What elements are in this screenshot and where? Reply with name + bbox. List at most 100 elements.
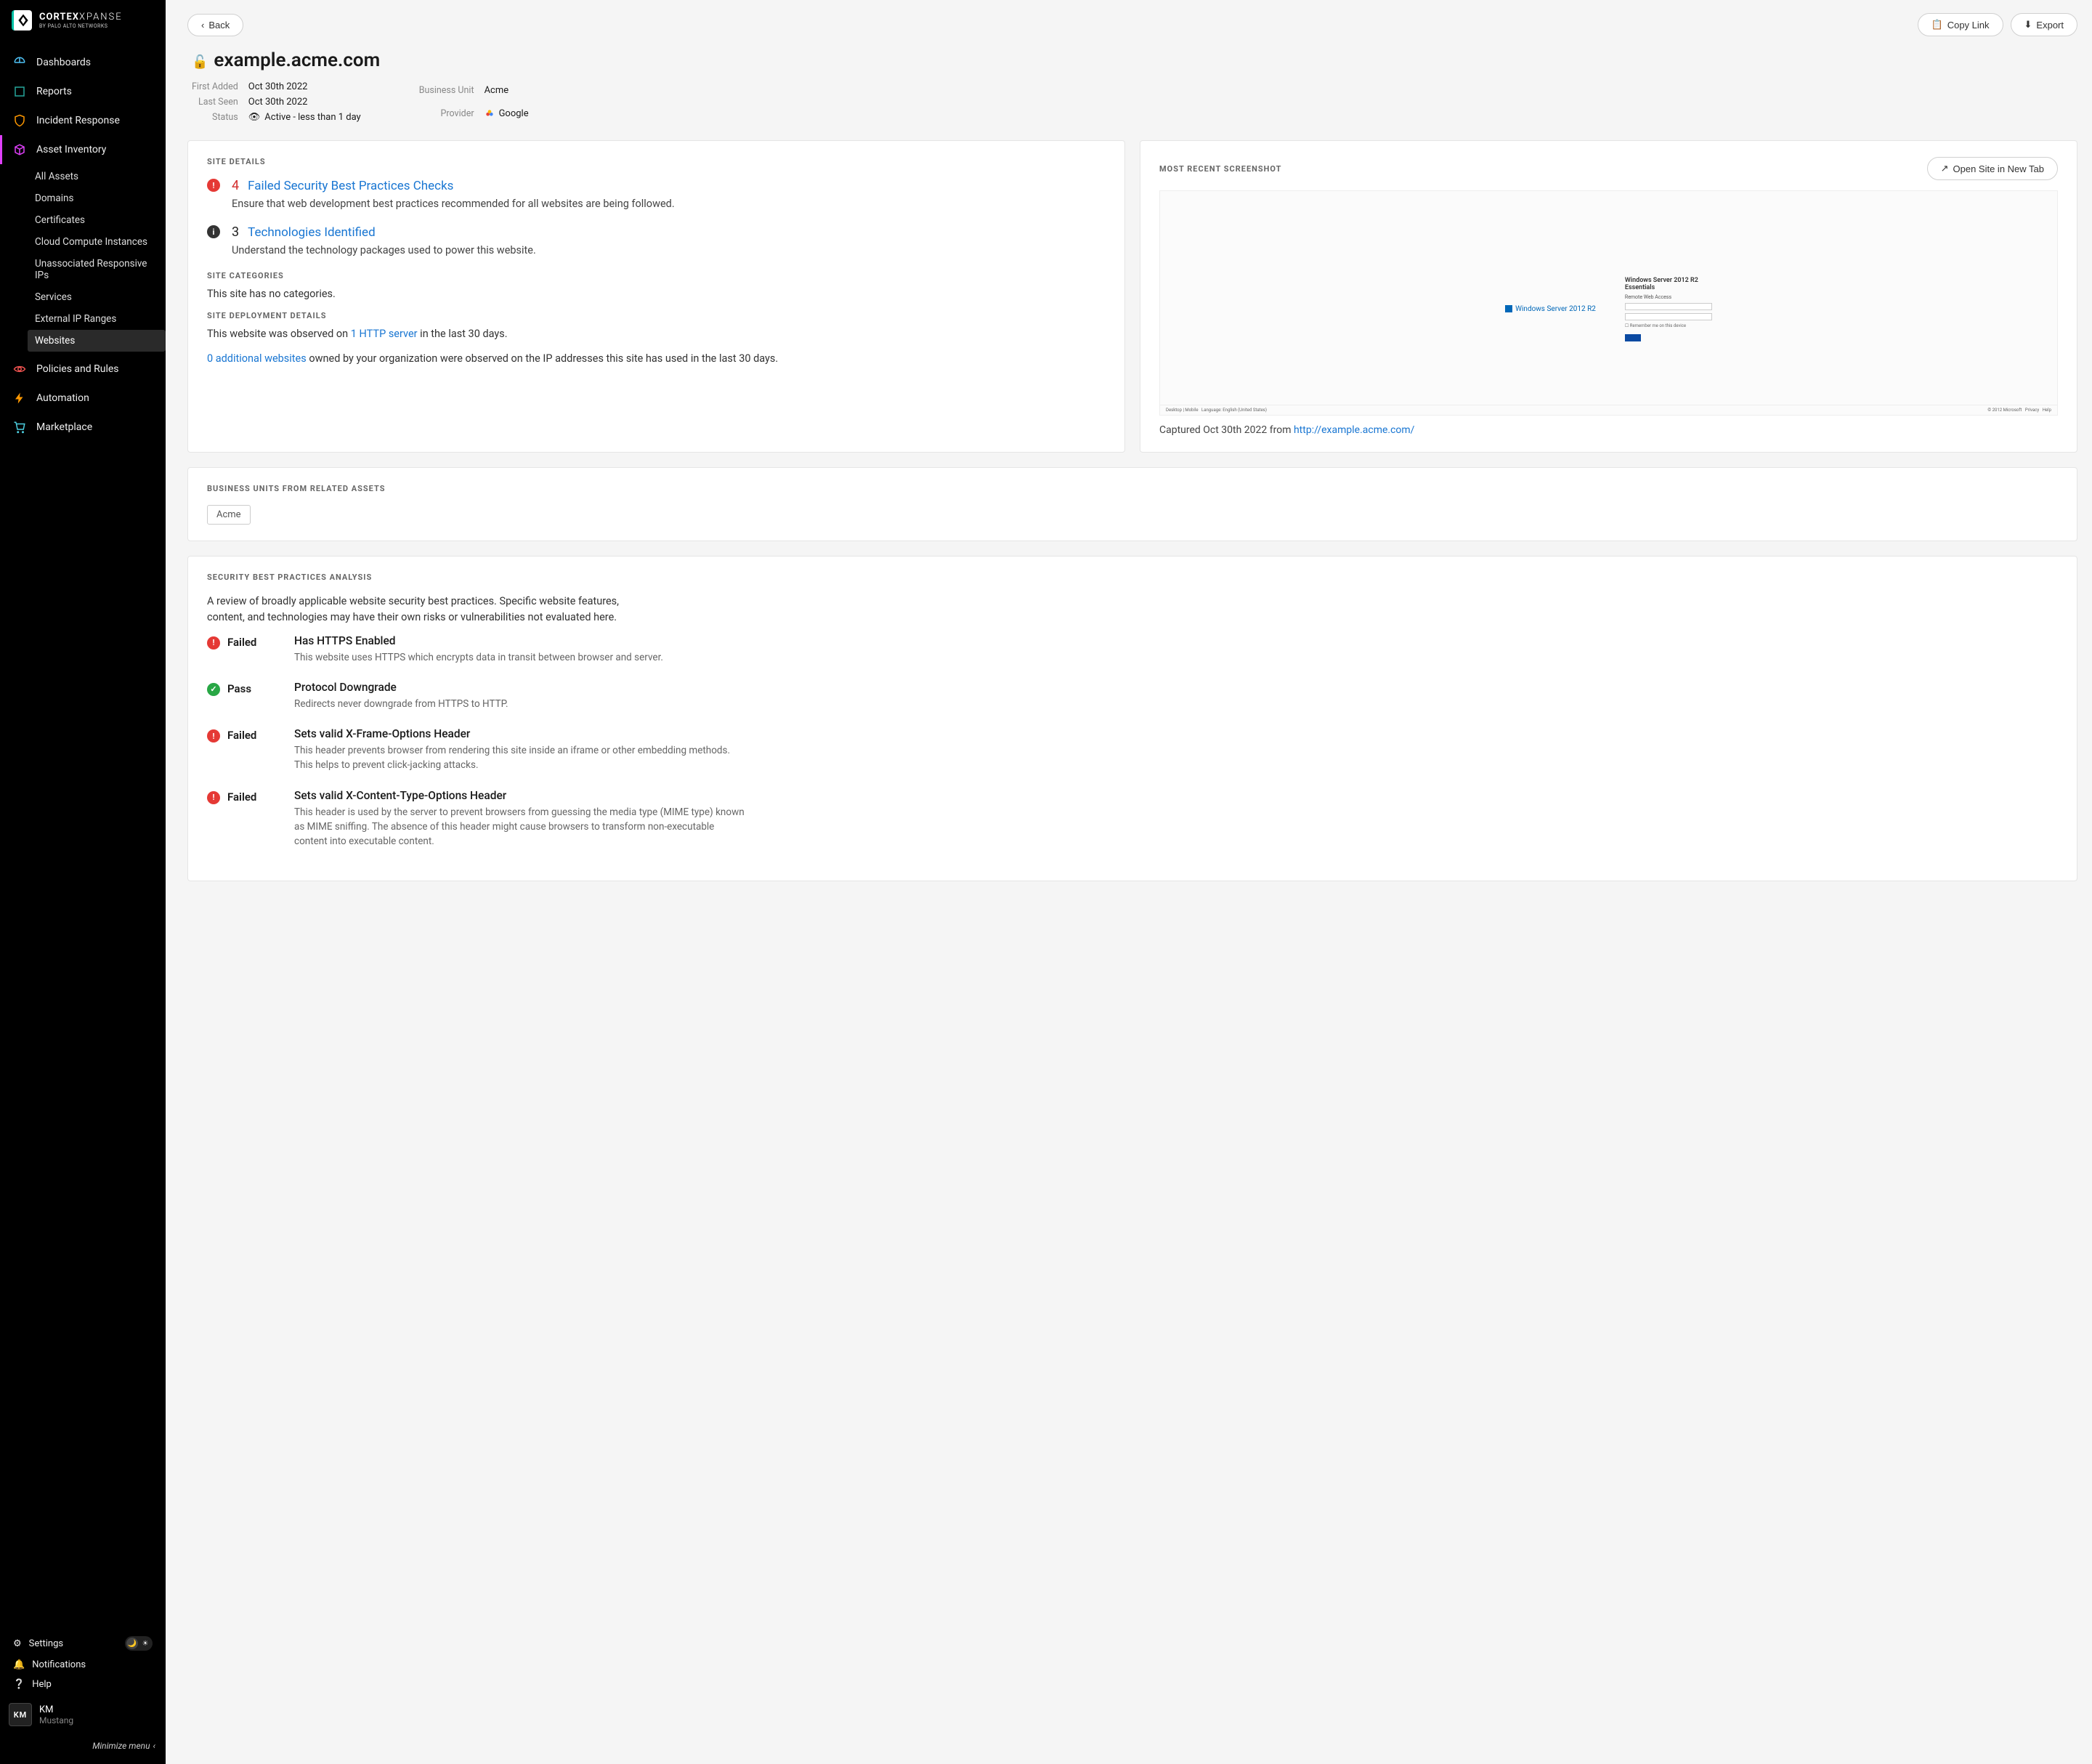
nav-label: Dashboards	[36, 57, 91, 68]
minimize-label: Minimize menu	[92, 1741, 150, 1751]
additional-text: 0 additional websites owned by your orga…	[207, 351, 1106, 367]
additional-websites-link[interactable]: 0 additional websites	[207, 352, 307, 365]
main-content: ‹ Back 📋 Copy Link ⬇ Export 🔓 example.ac…	[166, 0, 2092, 1764]
checks-count: 4	[232, 178, 239, 193]
nav-label: Policies and Rules	[36, 363, 119, 375]
chevron-left-icon: ‹	[201, 20, 204, 31]
meta-label: Status	[192, 112, 238, 123]
categories-title: SITE CATEGORIES	[207, 271, 1106, 280]
nav-label: Automation	[36, 392, 89, 404]
sub-websites[interactable]: Websites	[28, 330, 166, 352]
analysis-status-text: Failed	[227, 636, 256, 649]
ss-login-form: Windows Server 2012 R2 Essentials Remote…	[1625, 277, 1712, 341]
brand-title-bold: CORTEX	[39, 12, 79, 23]
back-label: Back	[208, 20, 230, 31]
analysis-row: ! Failed Has HTTPS Enabled This website …	[207, 634, 2058, 665]
meta-label: Provider	[419, 108, 474, 119]
analysis-item-title: Sets valid X-Content-Type-Options Header	[294, 789, 2058, 802]
copy-label: Copy Link	[1947, 20, 1990, 31]
shield-icon	[13, 114, 26, 127]
analysis-item-desc: Redirects never downgrade from HTTPS to …	[294, 697, 745, 711]
google-cloud-icon	[485, 108, 495, 118]
inventory-icon	[13, 143, 26, 156]
bell-icon: 🔔	[13, 1659, 25, 1670]
analysis-intro: A review of broadly applicable website s…	[207, 594, 657, 626]
open-site-button[interactable]: ↗ Open Site in New Tab	[1927, 157, 2058, 180]
dashboard-icon	[13, 56, 26, 69]
nav-reports[interactable]: Reports	[0, 77, 166, 106]
nav-automation[interactable]: Automation	[0, 384, 166, 413]
tech-link[interactable]: Technologies Identified	[248, 225, 376, 240]
nav-incident-response[interactable]: Incident Response	[0, 106, 166, 135]
sun-icon: ☀	[139, 1638, 151, 1649]
brand-title-light: XPANSE	[79, 12, 123, 23]
policies-icon	[13, 363, 26, 376]
open-label: Open Site in New Tab	[1953, 163, 2045, 174]
nav-label: Marketplace	[36, 421, 92, 433]
external-link-icon: ↗	[1941, 163, 1949, 174]
deploy-text: This website was observed on 1 HTTP serv…	[207, 326, 1106, 342]
marketplace-icon	[13, 421, 26, 434]
analysis-status-text: Failed	[227, 729, 256, 742]
export-button[interactable]: ⬇ Export	[2011, 13, 2077, 36]
ss-winserver-logo: Windows Server 2012 R2	[1505, 305, 1596, 313]
sub-cloud-compute[interactable]: Cloud Compute Instances	[35, 231, 166, 253]
checks-link[interactable]: Failed Security Best Practices Checks	[248, 179, 453, 193]
theme-toggle[interactable]: 🌙☀	[125, 1636, 153, 1651]
eye-icon: 👁	[248, 112, 261, 123]
sidebar: CORTEXXPANSE BY PALO ALTO NETWORKS Dashb…	[0, 0, 166, 1764]
notifications-link[interactable]: 🔔 Notifications	[0, 1655, 166, 1675]
screenshot-preview[interactable]: Windows Server 2012 R2 Windows Server 20…	[1159, 190, 2058, 416]
avatar: KM	[9, 1703, 32, 1726]
sub-services[interactable]: Services	[35, 286, 166, 308]
analysis-item-title: Sets valid X-Frame-Options Header	[294, 727, 2058, 740]
bu-tag[interactable]: Acme	[207, 505, 251, 525]
help-link[interactable]: ❔ Help	[0, 1675, 166, 1694]
moon-icon: 🌙	[126, 1638, 138, 1649]
nav-label: Incident Response	[36, 115, 120, 126]
user-row[interactable]: KM KM Mustang	[0, 1694, 166, 1735]
main-nav: Dashboards Reports Incident Response Ass…	[0, 41, 166, 1625]
analysis-item-title: Protocol Downgrade	[294, 681, 2058, 694]
checks-desc: Ensure that web development best practic…	[232, 196, 1106, 211]
minimize-menu[interactable]: Minimize menu ‹	[0, 1735, 166, 1757]
back-button[interactable]: ‹ Back	[187, 14, 243, 36]
nav-marketplace[interactable]: Marketplace	[0, 413, 166, 442]
meta-status: 👁Active - less than 1 day	[248, 112, 361, 123]
analysis-item-desc: This header prevents browser from render…	[294, 743, 745, 773]
copy-link-button[interactable]: 📋 Copy Link	[1918, 13, 2003, 36]
deploy-title: SITE DEPLOYMENT DETAILS	[207, 311, 1106, 320]
user-org: Mustang	[39, 1715, 73, 1725]
sub-unassoc-ips[interactable]: Unassociated Responsive IPs	[35, 253, 166, 286]
sub-certificates[interactable]: Certificates	[35, 209, 166, 231]
http-server-link[interactable]: 1 HTTP server	[351, 328, 418, 340]
download-icon: ⬇	[2024, 19, 2032, 31]
alert-icon: !	[207, 729, 220, 743]
sub-domains[interactable]: Domains	[35, 187, 166, 209]
nav-dashboards[interactable]: Dashboards	[0, 48, 166, 77]
sub-all-assets[interactable]: All Assets	[35, 166, 166, 187]
tech-count: 3	[232, 224, 239, 240]
meta-grid: First Added Oct 30th 2022 Last Seen Oct …	[192, 81, 2077, 123]
nav-policies[interactable]: Policies and Rules	[0, 355, 166, 384]
meta-last-seen: Oct 30th 2022	[248, 97, 361, 108]
card-title: MOST RECENT SCREENSHOT	[1159, 164, 1281, 174]
analysis-item-desc: This header is used by the server to pre…	[294, 805, 745, 849]
card-title: SECURITY BEST PRACTICES ANALYSIS	[207, 573, 2058, 582]
alert-icon: !	[207, 179, 220, 192]
categories-text: This site has no categories.	[207, 286, 1106, 302]
screenshot-url-link[interactable]: http://example.acme.com/	[1294, 424, 1415, 436]
analysis-row: ! Failed Sets valid X-Content-Type-Optio…	[207, 789, 2058, 849]
settings-link[interactable]: ⚙ Settings 🌙☀	[0, 1632, 166, 1655]
check-icon: ✓	[207, 683, 220, 696]
analysis-item-desc: This website uses HTTPS which encrypts d…	[294, 650, 745, 665]
reports-icon	[13, 85, 26, 98]
page-title-row: 🔓 example.acme.com	[192, 49, 2077, 71]
nav-asset-inventory[interactable]: Asset Inventory	[0, 135, 166, 164]
help-label: Help	[32, 1679, 52, 1690]
sub-external-ip-ranges[interactable]: External IP Ranges	[35, 308, 166, 330]
analysis-row: ✓ Pass Protocol Downgrade Redirects neve…	[207, 681, 2058, 711]
unlock-icon: 🔓	[192, 54, 208, 70]
clipboard-icon: 📋	[1931, 19, 1943, 31]
export-label: Export	[2036, 20, 2064, 31]
